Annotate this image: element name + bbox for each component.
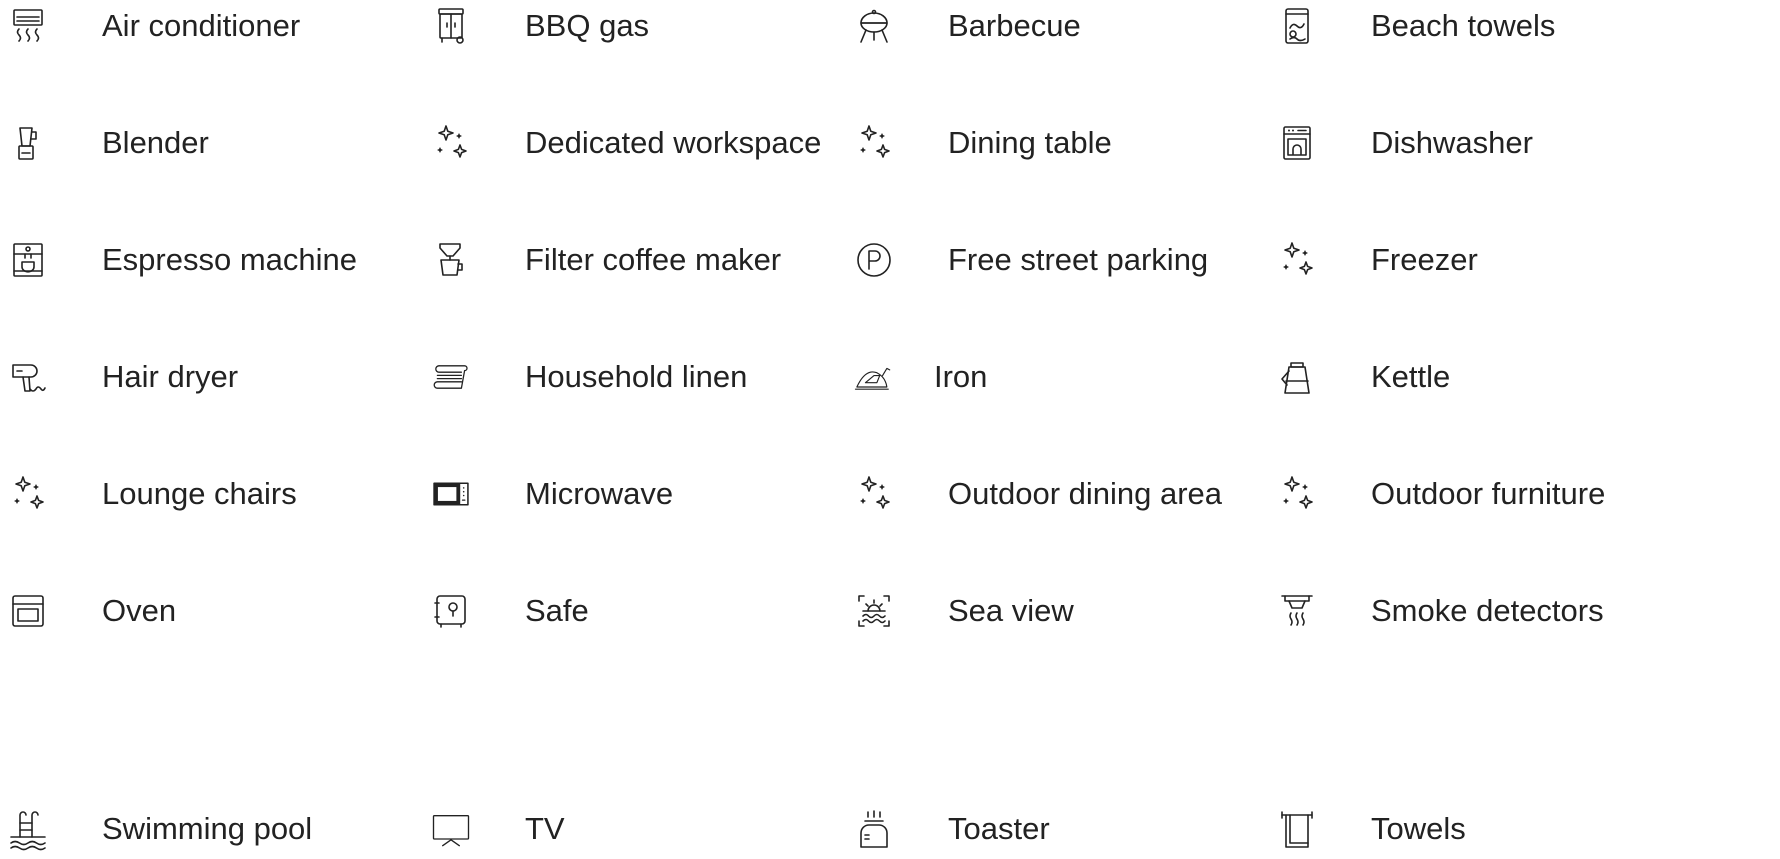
air-conditioner-icon [8, 6, 48, 46]
sparkles-icon [431, 123, 471, 163]
sea-view-icon [854, 591, 894, 631]
amenity-item-hair-dryer: Hair dryer [8, 347, 478, 407]
amenity-label: Barbecue [948, 8, 1081, 43]
amenities-grid: Air conditioner BBQ gas Barbecue Beach t… [0, 0, 1780, 851]
amenity-label: Outdoor furniture [1371, 476, 1606, 511]
amenity-item-freezer: Freezer [1277, 230, 1747, 290]
amenity-label: Microwave [525, 476, 674, 511]
amenity-label: TV [525, 811, 565, 846]
amenity-item-oven: Oven [8, 581, 478, 641]
amenity-label: Filter coffee maker [525, 242, 782, 277]
amenity-label: Hair dryer [102, 359, 239, 394]
amenity-item-microwave: Microwave [431, 464, 901, 524]
amenity-label: BBQ gas [525, 8, 650, 43]
amenity-label: Espresso machine [102, 242, 358, 277]
amenity-item-kettle: Kettle [1277, 347, 1747, 407]
barbecue-icon [854, 6, 894, 46]
sparkles-icon [1277, 240, 1317, 280]
amenity-label: Outdoor dining area [948, 476, 1223, 511]
sparkles-icon [1277, 474, 1317, 514]
blender-icon [8, 123, 48, 163]
swimming-pool-icon [8, 809, 48, 851]
safe-icon [431, 591, 471, 631]
amenity-item-household-linen: Household linen [431, 347, 901, 407]
amenity-item-sea-view: Sea view [854, 581, 1324, 641]
dishwasher-icon [1277, 123, 1317, 163]
amenity-item-iron: Iron [854, 347, 1324, 407]
toaster-icon [854, 809, 894, 849]
amenity-label: Smoke detectors [1371, 593, 1604, 628]
amenity-item-air-conditioner: Air conditioner [8, 0, 478, 56]
microwave-icon [431, 474, 471, 514]
towels-icon [1277, 809, 1317, 849]
amenity-label: Swimming pool [102, 811, 313, 846]
kettle-icon [1277, 357, 1317, 397]
amenity-label: Toaster [948, 811, 1050, 846]
amenity-item-outdoor-furniture: Outdoor furniture [1277, 464, 1747, 524]
oven-icon [8, 591, 48, 631]
amenity-item-outdoor-dining-area: Outdoor dining area [854, 464, 1324, 524]
tv-icon [431, 809, 471, 849]
amenity-item-dedicated-workspace: Dedicated workspace [431, 113, 901, 173]
amenity-label: Free street parking [948, 242, 1209, 277]
amenity-label: Dedicated workspace [525, 125, 822, 160]
amenity-item-free-street-parking: Free street parking [854, 230, 1324, 290]
amenity-item-dining-table: Dining table [854, 113, 1324, 173]
amenity-item-swimming-pool: Swimming pool [8, 799, 478, 859]
amenity-label: Dining table [948, 125, 1112, 160]
amenity-item-toaster: Toaster [854, 799, 1324, 859]
amenity-label: Sea view [948, 593, 1074, 628]
beach-towels-icon [1277, 6, 1317, 46]
amenity-item-bbq-gas: BBQ gas [431, 0, 901, 56]
iron-icon [854, 357, 894, 397]
smoke-detector-icon [1277, 591, 1317, 631]
amenity-label: Blender [102, 125, 209, 160]
sparkles-icon [854, 123, 894, 163]
amenity-item-safe: Safe [431, 581, 901, 641]
parking-icon [854, 240, 894, 280]
amenity-label: Air conditioner [102, 8, 301, 43]
amenity-item-towels: Towels [1277, 799, 1747, 859]
amenity-item-filter-coffee-maker: Filter coffee maker [431, 230, 901, 290]
amenity-label: Household linen [525, 359, 748, 394]
sparkles-icon [8, 474, 48, 514]
amenity-label: Freezer [1371, 242, 1478, 277]
household-linen-icon [431, 357, 471, 397]
amenity-item-beach-towels: Beach towels [1277, 0, 1747, 56]
amenity-item-lounge-chairs: Lounge chairs [8, 464, 478, 524]
sparkles-icon [854, 474, 894, 514]
filter-coffee-maker-icon [431, 240, 471, 280]
amenity-label: Lounge chairs [102, 476, 297, 511]
espresso-machine-icon [8, 240, 48, 280]
amenity-label: Safe [525, 593, 589, 628]
amenity-item-espresso-machine: Espresso machine [8, 230, 478, 290]
amenity-label: Towels [1371, 811, 1466, 846]
amenity-label: Oven [102, 593, 177, 628]
amenity-item-dishwasher: Dishwasher [1277, 113, 1747, 173]
amenity-item-blender: Blender [8, 113, 478, 173]
hair-dryer-icon [8, 357, 48, 397]
amenity-item-tv: TV [431, 799, 901, 859]
amenity-label: Dishwasher [1371, 125, 1533, 160]
bbq-gas-icon [431, 6, 471, 46]
amenity-label: Beach towels [1371, 8, 1556, 43]
amenity-item-smoke-detectors: Smoke detectors [1277, 581, 1747, 641]
amenity-label: Kettle [1371, 359, 1451, 394]
amenity-label: Iron [934, 359, 988, 394]
amenity-item-barbecue: Barbecue [854, 0, 1324, 56]
